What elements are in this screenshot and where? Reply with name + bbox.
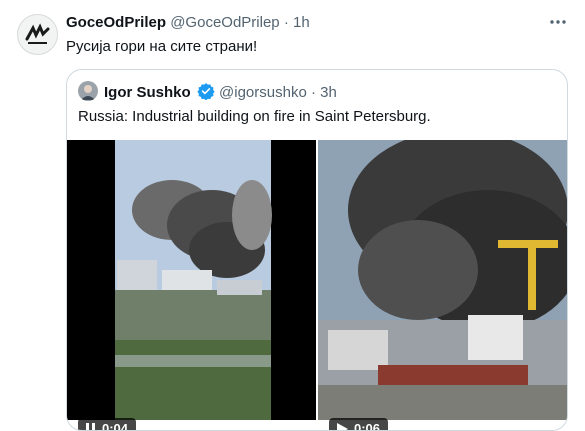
author-avatar[interactable] [17, 14, 58, 55]
video-2-controls[interactable]: 0:06 [329, 418, 389, 431]
quoted-header-separator: · [310, 84, 316, 101]
tweet-text: Русија гори на сите страни! [66, 38, 258, 55]
video-1-timestamp: 0:04 [102, 421, 129, 431]
header-separator: · [283, 14, 289, 31]
quoted-tweet-text: Russia: Industrial building on fire in S… [78, 108, 431, 125]
video-1-controls[interactable]: 0:04 [78, 418, 137, 431]
verified-badge-icon [197, 82, 215, 104]
quoted-author-handle[interactable]: @igorsushko [219, 84, 307, 101]
author-display-name[interactable]: GoceOdPrilep [66, 14, 166, 31]
more-icon[interactable] [548, 12, 568, 37]
tweet-time[interactable]: 1h [293, 14, 310, 31]
quoted-tweet-card[interactable]: Igor Sushko @igorsushko · 3h Russia: Ind… [66, 69, 568, 431]
quoted-tweet-header: Igor Sushko @igorsushko · 3h [104, 82, 337, 104]
author-handle[interactable]: @GoceOdPrilep [170, 14, 279, 31]
video-player-1[interactable] [67, 140, 318, 420]
pause-icon[interactable] [86, 423, 96, 431]
tweet-header: GoceOdPrilep @GoceOdPrilep · 1h [66, 14, 310, 31]
video-frame-2 [318, 140, 567, 420]
avatar-logo-icon [18, 15, 57, 54]
quoted-tweet-time[interactable]: 3h [320, 84, 337, 101]
video-player-2[interactable] [318, 140, 567, 420]
video-2-timestamp: 0:06 [354, 421, 381, 431]
play-icon[interactable] [337, 423, 348, 431]
video-frame-1 [67, 140, 316, 420]
media-grid: 0:04 0:06 [67, 140, 567, 431]
quoted-author-avatar[interactable] [78, 81, 98, 101]
quoted-author-display-name[interactable]: Igor Sushko [104, 84, 191, 101]
